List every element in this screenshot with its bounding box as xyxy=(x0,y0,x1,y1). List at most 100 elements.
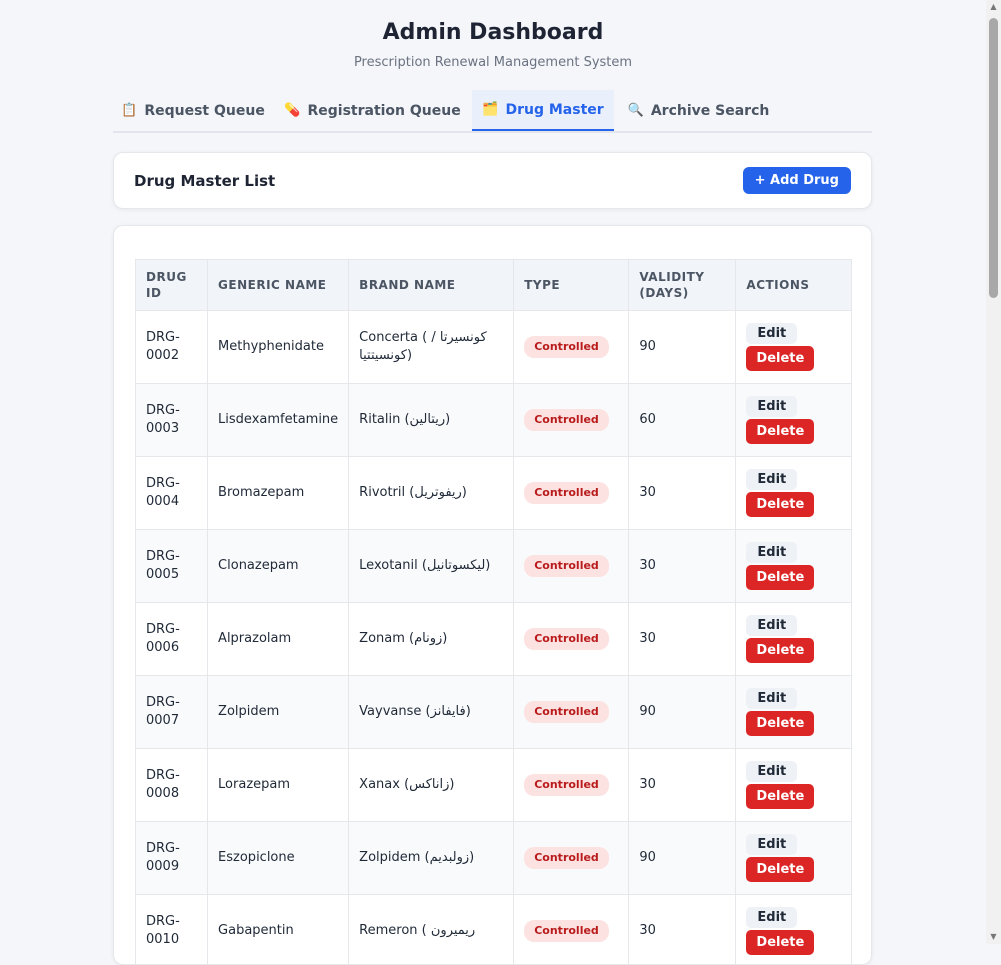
cell-drug-id: DRG-0010 xyxy=(136,895,208,965)
tab-request-queue[interactable]: 📋 Request Queue xyxy=(113,90,273,131)
table-row: DRG-0002 Methyphenidate Concerta ( كونسي… xyxy=(136,311,852,384)
tab-bar: 📋 Request Queue 💊 Registration Queue 🗂️ … xyxy=(113,90,872,133)
cell-drug-id: DRG-0009 xyxy=(136,822,208,895)
table-row: DRG-0004 Bromazepam Rivotril (ريفوتريل) … xyxy=(136,457,852,530)
cell-validity: 30 xyxy=(629,603,736,676)
cell-generic-name: Clonazepam xyxy=(208,530,349,603)
clipboard-icon: 📋 xyxy=(121,103,137,118)
drug-table: Drug ID Generic Name Brand Name Type Val… xyxy=(135,259,852,965)
col-actions: Actions xyxy=(736,260,852,311)
tab-archive-search[interactable]: 🔍 Archive Search xyxy=(614,90,783,131)
cell-brand-name: Zolpidem (زولبديم) xyxy=(349,822,514,895)
table-row: DRG-0010 Gabapentin Remeron ( ريميرون Co… xyxy=(136,895,852,965)
cell-actions: EditDelete xyxy=(736,603,852,676)
delete-button[interactable]: Delete xyxy=(746,711,814,736)
cell-brand-name: Xanax (زاناكس) xyxy=(349,749,514,822)
cell-type: Controlled xyxy=(514,822,629,895)
delete-button[interactable]: Delete xyxy=(746,346,814,371)
cell-brand-name: Zonam (زونام) xyxy=(349,603,514,676)
cell-validity: 60 xyxy=(629,384,736,457)
cell-type: Controlled xyxy=(514,384,629,457)
delete-button[interactable]: Delete xyxy=(746,565,814,590)
type-badge: Controlled xyxy=(524,409,609,431)
edit-button[interactable]: Edit xyxy=(746,688,797,709)
delete-button[interactable]: Delete xyxy=(746,930,814,955)
table-row: DRG-0003 Lisdexamfetamine Ritalin (ريتال… xyxy=(136,384,852,457)
cell-brand-name: Lexotanil (ليكسوتانيل) xyxy=(349,530,514,603)
drug-table-card: Drug ID Generic Name Brand Name Type Val… xyxy=(113,225,872,965)
table-row: DRG-0005 Clonazepam Lexotanil (ليكسوتاني… xyxy=(136,530,852,603)
add-drug-button[interactable]: + Add Drug xyxy=(743,167,851,194)
cell-drug-id: DRG-0002 xyxy=(136,311,208,384)
col-drug-id: Drug ID xyxy=(136,260,208,311)
type-badge: Controlled xyxy=(524,774,609,796)
cell-actions: EditDelete xyxy=(736,822,852,895)
cell-generic-name: Methyphenidate xyxy=(208,311,349,384)
cell-actions: EditDelete xyxy=(736,530,852,603)
col-type: Type xyxy=(514,260,629,311)
delete-button[interactable]: Delete xyxy=(746,492,814,517)
table-row: DRG-0008 Lorazepam Xanax (زاناكس) Contro… xyxy=(136,749,852,822)
tab-label: Drug Master xyxy=(505,102,603,118)
drug-list-title: Drug Master List xyxy=(134,172,275,190)
cell-generic-name: Lisdexamfetamine xyxy=(208,384,349,457)
col-validity: Validity (Days) xyxy=(629,260,736,311)
vertical-scrollbar[interactable]: ▲ ▼ xyxy=(986,0,1001,944)
col-brand-name: Brand Name xyxy=(349,260,514,311)
table-row: DRG-0006 Alprazolam Zonam (زونام) Contro… xyxy=(136,603,852,676)
edit-button[interactable]: Edit xyxy=(746,615,797,636)
col-generic-name: Generic Name xyxy=(208,260,349,311)
edit-button[interactable]: Edit xyxy=(746,469,797,490)
page-subtitle: Prescription Renewal Management System xyxy=(0,55,986,71)
cell-generic-name: Alprazolam xyxy=(208,603,349,676)
scroll-down-arrow-icon[interactable]: ▼ xyxy=(986,930,1001,944)
cell-actions: EditDelete xyxy=(736,384,852,457)
cell-validity: 30 xyxy=(629,530,736,603)
cell-drug-id: DRG-0008 xyxy=(136,749,208,822)
cell-actions: EditDelete xyxy=(736,457,852,530)
cell-type: Controlled xyxy=(514,676,629,749)
edit-button[interactable]: Edit xyxy=(746,542,797,563)
edit-button[interactable]: Edit xyxy=(746,907,797,928)
pill-icon: 💊 xyxy=(284,103,300,118)
cell-generic-name: Zolpidem xyxy=(208,676,349,749)
cell-generic-name: Gabapentin xyxy=(208,895,349,965)
tab-registration-queue[interactable]: 💊 Registration Queue xyxy=(273,90,472,131)
tab-label: Registration Queue xyxy=(307,103,460,119)
type-badge: Controlled xyxy=(524,482,609,504)
type-badge: Controlled xyxy=(524,555,609,577)
cell-validity: 30 xyxy=(629,457,736,530)
tab-label: Archive Search xyxy=(651,103,770,119)
cell-drug-id: DRG-0007 xyxy=(136,676,208,749)
page: Admin Dashboard Prescription Renewal Man… xyxy=(0,0,986,944)
delete-button[interactable]: Delete xyxy=(746,857,814,882)
delete-button[interactable]: Delete xyxy=(746,784,814,809)
cell-brand-name: Remeron ( ريميرون xyxy=(349,895,514,965)
tab-label: Request Queue xyxy=(144,103,264,119)
type-badge: Controlled xyxy=(524,701,609,723)
edit-button[interactable]: Edit xyxy=(746,761,797,782)
cell-actions: EditDelete xyxy=(736,749,852,822)
cell-type: Controlled xyxy=(514,603,629,676)
table-row: DRG-0007 Zolpidem Vayvanse (فايفانز) Con… xyxy=(136,676,852,749)
cell-validity: 90 xyxy=(629,822,736,895)
page-title: Admin Dashboard xyxy=(0,20,986,46)
cell-drug-id: DRG-0003 xyxy=(136,384,208,457)
cell-validity: 30 xyxy=(629,895,736,965)
edit-button[interactable]: Edit xyxy=(746,834,797,855)
delete-button[interactable]: Delete xyxy=(746,419,814,444)
cell-type: Controlled xyxy=(514,457,629,530)
cell-type: Controlled xyxy=(514,749,629,822)
cell-validity: 90 xyxy=(629,676,736,749)
cell-validity: 30 xyxy=(629,749,736,822)
edit-button[interactable]: Edit xyxy=(746,396,797,417)
magnifier-icon: 🔍 xyxy=(628,103,644,118)
scroll-up-arrow-icon[interactable]: ▲ xyxy=(986,0,1001,14)
edit-button[interactable]: Edit xyxy=(746,323,797,344)
cell-generic-name: Lorazepam xyxy=(208,749,349,822)
tab-drug-master[interactable]: 🗂️ Drug Master xyxy=(472,90,614,131)
delete-button[interactable]: Delete xyxy=(746,638,814,663)
cell-actions: EditDelete xyxy=(736,676,852,749)
scrollbar-thumb[interactable] xyxy=(989,18,998,298)
type-badge: Controlled xyxy=(524,336,609,358)
